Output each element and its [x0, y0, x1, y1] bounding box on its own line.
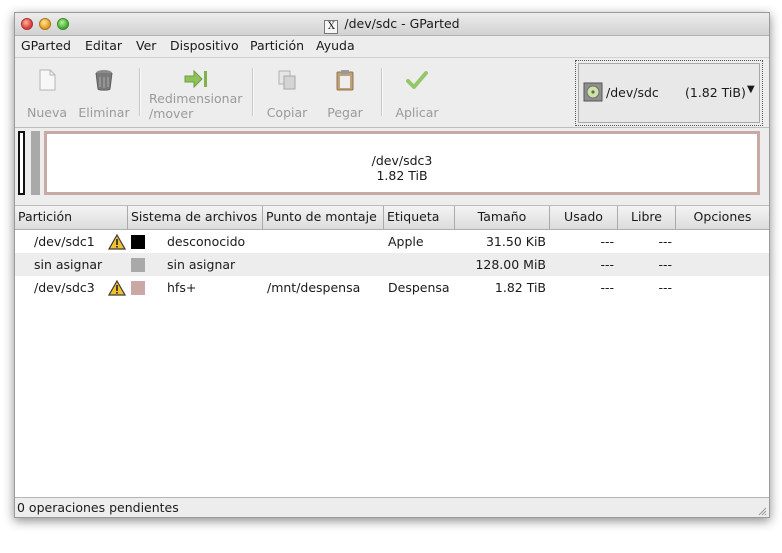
column-header-particion[interactable]: Partición: [15, 206, 128, 229]
nueva-button[interactable]: Nueva: [19, 58, 75, 127]
cell-partition: sin asignar: [34, 257, 103, 272]
partition-graphic: /dev/sdc3 1.82 TiB: [15, 127, 769, 201]
warning-icon: [108, 280, 126, 296]
cell-free: ---: [658, 234, 672, 249]
device-combo[interactable]: /dev/sdc (1.82 TiB) ▼: [578, 63, 760, 123]
cell-free: ---: [658, 280, 672, 295]
eliminar-label: Eliminar: [78, 105, 130, 120]
cell-size: 31.50 KiB: [485, 234, 546, 249]
x11-icon: X: [324, 20, 339, 34]
pegar-label: Pegar: [327, 105, 363, 120]
partition-block-size: 1.82 TiB: [376, 168, 428, 183]
paste-clipboard-icon: [336, 70, 354, 91]
filesystem-color-swatch: [131, 281, 145, 295]
aplicar-button[interactable]: Aplicar: [389, 58, 445, 127]
cell-size: 128.00 MiB: [475, 257, 546, 272]
status-bar: 0 operaciones pendientes: [15, 497, 769, 517]
toolbar-separator: [139, 68, 141, 116]
window-title-text: /dev/sdc - GParted: [344, 16, 460, 31]
column-header-sistema[interactable]: Sistema de archivos: [128, 206, 263, 229]
nueva-label: Nueva: [26, 105, 68, 120]
toolbar-separator: [381, 68, 383, 116]
table-row[interactable]: /dev/sdc1 desconocido Apple 31.50 KiB --…: [15, 230, 769, 253]
partition-block-label: /dev/sdc3: [371, 153, 433, 168]
menu-ver[interactable]: Ver: [136, 38, 156, 53]
menu-dispositivo[interactable]: Dispositivo: [170, 38, 239, 53]
partition-block-sdc1[interactable]: [18, 131, 25, 195]
window-title: X/dev/sdc - GParted: [15, 16, 769, 34]
menu-editar[interactable]: Editar: [85, 38, 122, 53]
cell-free: ---: [658, 257, 672, 272]
partition-block-unallocated[interactable]: [31, 131, 40, 195]
cell-partition: /dev/sdc1: [34, 234, 95, 249]
redimensionar-label-line2: /mover: [149, 106, 194, 121]
toolbar: Nueva Eliminar Redimensionar /mover Copi…: [15, 57, 769, 128]
table-row[interactable]: /dev/sdc3 hfs+ /mnt/despensa Despensa 1.…: [15, 276, 769, 299]
redimensionar-button[interactable]: Redimensionar /mover: [146, 58, 246, 127]
column-header-tamano[interactable]: Tamaño: [455, 206, 550, 229]
device-name: /dev/sdc: [606, 85, 659, 100]
device-selector[interactable]: /dev/sdc (1.82 TiB) ▼: [575, 60, 763, 126]
cell-filesystem: sin asignar: [167, 257, 236, 272]
cell-label: Despensa: [388, 280, 450, 295]
redimensionar-label-line1: Redimensionar: [149, 91, 243, 106]
new-document-icon: [39, 69, 56, 91]
menu-particion[interactable]: Partición: [250, 38, 304, 53]
filesystem-color-swatch: [131, 235, 145, 249]
chevron-down-icon[interactable]: ▼: [747, 84, 755, 95]
partition-block-sdc3[interactable]: /dev/sdc3 1.82 TiB: [44, 131, 760, 195]
column-header-montaje[interactable]: Punto de montaje: [263, 206, 384, 229]
table-row[interactable]: sin asignar sin asignar 128.00 MiB --- -…: [15, 253, 769, 276]
toolbar-separator: [252, 68, 254, 116]
menu-bar: GParted Editar Ver Dispositivo Partición…: [15, 36, 769, 56]
pending-operations-text: 0 operaciones pendientes: [17, 500, 179, 515]
checkmark-icon: [406, 71, 428, 89]
resize-grip-icon[interactable]: [757, 506, 767, 516]
cell-used: ---: [600, 280, 614, 295]
resize-arrow-icon: [184, 69, 207, 89]
menu-gparted[interactable]: GParted: [21, 38, 71, 53]
pegar-button[interactable]: Pegar: [319, 58, 371, 127]
harddisk-icon: [583, 82, 603, 102]
warning-icon: [108, 234, 126, 250]
column-header-libre[interactable]: Libre: [618, 206, 676, 229]
column-header-usado[interactable]: Usado: [550, 206, 618, 229]
cell-filesystem: desconocido: [167, 234, 246, 249]
cell-mountpoint: /mnt/despensa: [267, 280, 361, 295]
copiar-button[interactable]: Copiar: [261, 58, 313, 127]
gparted-window: X/dev/sdc - GParted GParted Editar Ver D…: [14, 12, 770, 518]
aplicar-label: Aplicar: [395, 105, 439, 120]
filesystem-color-swatch: [131, 258, 145, 272]
table-header: Partición Sistema de archivos Punto de m…: [15, 206, 769, 230]
cell-filesystem: hfs+: [167, 280, 197, 295]
trash-icon: [95, 70, 113, 91]
eliminar-button[interactable]: Eliminar: [75, 58, 133, 127]
title-bar: X/dev/sdc - GParted: [15, 13, 769, 36]
cell-used: ---: [600, 234, 614, 249]
cell-partition: /dev/sdc3: [34, 280, 95, 295]
column-header-opciones[interactable]: Opciones: [676, 206, 769, 229]
cell-size: 1.82 TiB: [494, 280, 546, 295]
copiar-label: Copiar: [266, 105, 308, 120]
cell-used: ---: [600, 257, 614, 272]
column-header-etiqueta[interactable]: Etiqueta: [384, 206, 455, 229]
menu-ayuda[interactable]: Ayuda: [316, 38, 355, 53]
device-size: (1.82 TiB): [685, 85, 746, 100]
copy-icon: [278, 70, 296, 90]
partition-table: Partición Sistema de archivos Punto de m…: [15, 205, 769, 498]
cell-label: Apple: [388, 234, 424, 249]
